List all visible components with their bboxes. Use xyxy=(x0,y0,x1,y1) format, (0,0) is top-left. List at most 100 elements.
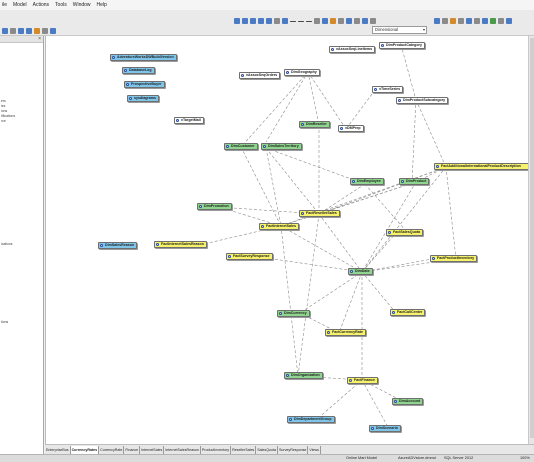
export-icon[interactable] xyxy=(466,18,472,24)
table-entity[interactable]: DimCustomer xyxy=(224,143,258,150)
table-entity[interactable]: FactFinance xyxy=(347,377,378,384)
copy-icon[interactable] xyxy=(458,18,464,24)
table-entity[interactable]: DimDepartmentGroup xyxy=(287,416,335,423)
diagram-canvas[interactable]: AdventureWorksDWBuildVersion DatabaseLog… xyxy=(45,36,534,444)
settings-icon[interactable] xyxy=(442,18,448,24)
tab-product-inventory[interactable]: ProductInventory xyxy=(201,445,232,454)
folder-icon[interactable] xyxy=(450,18,456,24)
view-entity[interactable]: vAssocSeqOrders xyxy=(239,72,281,79)
table-entity[interactable]: DimScenario xyxy=(369,425,401,432)
view-entity[interactable]: vTimeSeries xyxy=(372,86,404,93)
star-icon[interactable] xyxy=(34,28,40,34)
select-icon[interactable] xyxy=(282,18,288,24)
tree-item[interactable]: ers xyxy=(1,99,6,103)
print-icon[interactable] xyxy=(474,18,480,24)
table-entity[interactable]: FactCurrencyRate xyxy=(325,329,366,336)
table-entity[interactable]: FactInternetSales xyxy=(259,223,299,230)
table-entity[interactable]: DimSalesReason xyxy=(98,242,138,249)
refresh-icon[interactable] xyxy=(434,18,440,24)
table-entity[interactable]: FactAdditionalInternationalProductDescri… xyxy=(434,163,532,170)
layout-tool-icon[interactable] xyxy=(370,18,376,24)
tab-finance[interactable]: Finance xyxy=(124,445,141,454)
view-entity[interactable]: DimGeography xyxy=(284,69,320,76)
table-entity[interactable]: FactSalesQuota xyxy=(386,229,424,236)
view-entity[interactable]: vAssocSeqLineItems xyxy=(329,46,376,53)
tab-reseller-sales[interactable]: ResellerSales xyxy=(231,445,257,454)
text-tool-icon[interactable] xyxy=(338,18,344,24)
tab-internet-sales[interactable]: InternetSales xyxy=(140,445,165,454)
view-entity[interactable]: DimProductSubcategory xyxy=(396,97,449,104)
tab-views[interactable]: Views xyxy=(308,445,321,454)
tree-item[interactable]: ies xyxy=(1,104,5,108)
table-entity[interactable]: DimOrganization xyxy=(284,372,323,379)
report-icon[interactable] xyxy=(498,18,504,24)
menu-file[interactable]: ile xyxy=(2,2,7,8)
scrollbar-thumb[interactable] xyxy=(530,38,534,438)
note-tool-icon[interactable] xyxy=(330,18,336,24)
close-icon[interactable]: × xyxy=(38,36,41,42)
line-tool-icon[interactable] xyxy=(290,20,296,22)
filter-icon[interactable] xyxy=(2,28,8,34)
tab-enterprise-bus[interactable]: EnterpriseBus xyxy=(45,445,71,454)
zoom-in-icon[interactable] xyxy=(234,18,240,24)
tab-internet-sales-reason[interactable]: InternetSalesReason xyxy=(164,445,201,454)
tree-item[interactable]: rce xyxy=(1,119,6,123)
menu-actions[interactable]: Actions xyxy=(33,2,49,8)
menu-window[interactable]: Window xyxy=(73,2,91,8)
table-label: AdventureWorksDWBuildVersion xyxy=(117,55,174,59)
tab-survey-response[interactable]: SurveyResponse xyxy=(278,445,309,454)
pointer-icon[interactable] xyxy=(274,18,280,24)
link-icon[interactable] xyxy=(42,28,48,34)
grid-tool-icon[interactable] xyxy=(362,18,368,24)
tree-item[interactable]: tifications xyxy=(1,114,15,118)
table-entity[interactable]: sysdiagrams xyxy=(127,95,159,102)
zoom-page-icon[interactable] xyxy=(266,18,272,24)
table-entity[interactable]: FactProductInventory xyxy=(430,255,478,262)
vertical-scrollbar[interactable] xyxy=(528,36,534,444)
menu-help[interactable]: Help xyxy=(97,2,107,8)
tab-sales-quota[interactable]: SalesQuota xyxy=(256,445,279,454)
help-icon[interactable] xyxy=(506,18,512,24)
compare-icon[interactable] xyxy=(482,18,488,24)
validate-icon[interactable] xyxy=(490,18,496,24)
connector-tool-icon[interactable] xyxy=(306,20,312,22)
view-entity[interactable]: DimProductCategory xyxy=(379,42,425,49)
tab-currency-rates[interactable]: CurrencyRates xyxy=(70,445,100,454)
collapse-icon[interactable] xyxy=(10,28,16,34)
tree-item[interactable]: ications xyxy=(1,242,13,246)
tab-currency-rate[interactable]: CurrencyRate xyxy=(99,445,125,454)
menu-model[interactable]: Model xyxy=(13,2,27,8)
table-entity[interactable]: DimProduct xyxy=(399,178,430,185)
table-entity[interactable]: FactCallCenter xyxy=(390,309,426,316)
entity-tool-icon[interactable] xyxy=(322,18,328,24)
zoom-out-icon[interactable] xyxy=(242,18,248,24)
diagram-type-select[interactable]: Dimensional ▾ xyxy=(372,26,427,34)
image-tool-icon[interactable] xyxy=(354,18,360,24)
table-entity[interactable]: ProspectiveBuyer xyxy=(124,81,165,88)
table-entity[interactable]: FactResellerSales xyxy=(299,210,340,217)
forward-icon[interactable] xyxy=(26,28,32,34)
table-entity[interactable]: DimPromotion xyxy=(197,203,232,210)
tree-item[interactable]: tions xyxy=(1,320,8,324)
shape-tool-icon[interactable] xyxy=(314,18,320,24)
zoom-fit-icon[interactable] xyxy=(250,18,256,24)
view-tool-icon[interactable] xyxy=(346,18,352,24)
table-entity[interactable]: DimSalesTerritory xyxy=(261,143,302,150)
table-entity[interactable]: FactSurveyResponse xyxy=(226,253,273,260)
table-entity[interactable]: DimCurrency xyxy=(277,310,310,317)
menu-tools[interactable]: Tools xyxy=(55,2,67,8)
table-entity[interactable]: DimDate xyxy=(348,268,373,275)
tree-icon[interactable] xyxy=(50,28,56,34)
view-entity[interactable]: vTargetMail xyxy=(174,117,204,124)
table-entity[interactable]: DatabaseLog xyxy=(122,67,155,74)
view-entity[interactable]: vDMPrep xyxy=(338,125,364,132)
table-entity[interactable]: DimReseller xyxy=(299,121,330,128)
table-entity[interactable]: DimEmployee xyxy=(350,178,384,185)
table-entity[interactable]: FactInternetSalesReason xyxy=(154,241,207,248)
zoom-select-icon[interactable] xyxy=(258,18,264,24)
tree-item[interactable]: ions xyxy=(1,109,7,113)
table-entity[interactable]: DimAccount xyxy=(392,398,424,405)
table-entity[interactable]: AdventureWorksDWBuildVersion xyxy=(110,54,177,61)
relation-tool-icon[interactable] xyxy=(298,20,304,22)
back-icon[interactable] xyxy=(18,28,24,34)
